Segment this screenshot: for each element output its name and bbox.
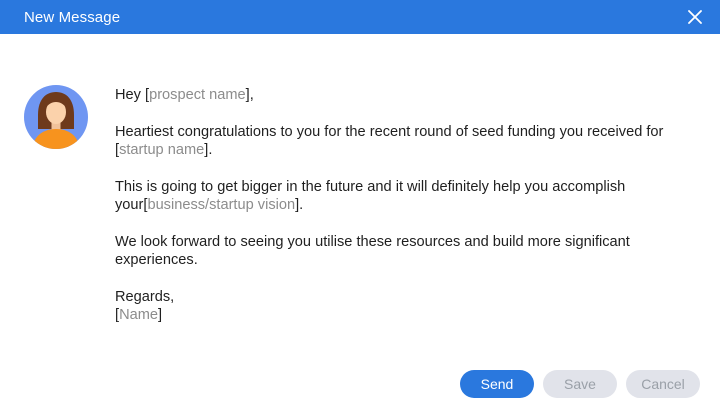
closing-line: Regards, bbox=[115, 288, 175, 305]
send-button[interactable]: Send bbox=[460, 370, 534, 398]
signature-line: [Name] bbox=[115, 307, 163, 323]
avatar bbox=[24, 85, 88, 149]
close-button[interactable] bbox=[682, 4, 708, 30]
greeting-line: Hey [prospect name], bbox=[115, 87, 254, 103]
window-titlebar: New Message bbox=[0, 0, 720, 34]
cancel-button[interactable]: Cancel bbox=[626, 370, 700, 398]
name-placeholder: Name bbox=[119, 307, 158, 323]
save-button[interactable]: Save bbox=[543, 370, 617, 398]
paragraph-vision: This is going to get bigger in the futur… bbox=[115, 178, 626, 214]
message-body[interactable]: Hey [prospect name], Heartiest congratul… bbox=[115, 86, 705, 325]
paragraph-funding: Heartiest congratulations to you for the… bbox=[115, 123, 664, 159]
prospect-name-placeholder: prospect name bbox=[149, 87, 246, 103]
vision-placeholder: business/startup vision bbox=[147, 197, 296, 213]
window-title: New Message bbox=[24, 8, 121, 26]
close-icon bbox=[688, 10, 702, 24]
paragraph-resources: We look forward to seeing you utilise th… bbox=[115, 233, 630, 269]
startup-name-placeholder: startup name bbox=[119, 142, 205, 158]
